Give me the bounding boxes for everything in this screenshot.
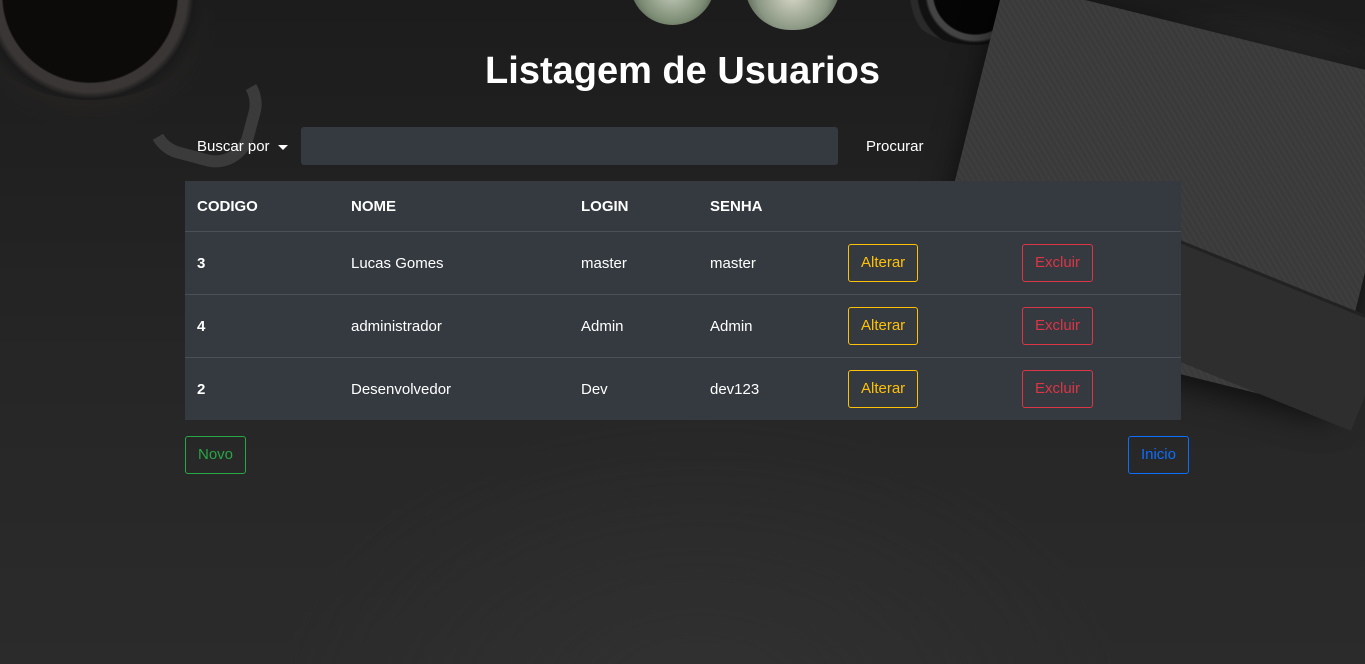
users-table: CODIGO NOME LOGIN SENHA 3 Lucas Gomes ma… <box>185 181 1181 420</box>
cell-alterar: Alterar <box>836 357 1010 420</box>
cell-alterar: Alterar <box>836 294 1010 358</box>
cell-excluir: Excluir <box>1010 294 1181 358</box>
table-row: 3 Lucas Gomes master master Alterar Excl… <box>185 232 1181 295</box>
header-senha: SENHA <box>698 181 836 232</box>
excluir-button[interactable]: Excluir <box>1022 244 1094 282</box>
alterar-button[interactable]: Alterar <box>848 244 919 282</box>
cell-codigo: 3 <box>197 254 206 272</box>
novo-button[interactable]: Novo <box>185 436 247 474</box>
cell-login: Dev <box>569 357 698 420</box>
page-title: Listagem de Usuarios <box>485 50 880 92</box>
table-row: 4 administrador Admin Admin Alterar Excl… <box>185 294 1181 358</box>
cell-codigo: 2 <box>185 357 339 420</box>
cell-codigo: 4 <box>185 294 339 358</box>
alterar-button[interactable]: Alterar <box>848 370 919 408</box>
cell-login: Admin <box>569 294 698 358</box>
camera-lens-decoration <box>900 0 1050 45</box>
caret-down-icon <box>277 144 288 150</box>
search-by-label: Buscar por <box>197 138 270 155</box>
cell-excluir: Excluir <box>1010 232 1181 295</box>
succulent-decoration <box>745 0 840 30</box>
search-button[interactable]: Procurar <box>854 127 936 165</box>
table-row: 2 Desenvolvedor Dev dev123 Alterar Exclu… <box>185 357 1181 420</box>
header-login: LOGIN <box>569 181 698 232</box>
search-input[interactable] <box>301 127 838 165</box>
cell-excluir: Excluir <box>1010 357 1181 420</box>
cell-nome: Lucas Gomes <box>351 254 444 272</box>
alterar-button[interactable]: Alterar <box>848 307 919 345</box>
cell-senha: Admin <box>698 294 836 358</box>
page-actions: Novo Inicio <box>185 436 1189 474</box>
cell-alterar: Alterar <box>836 232 1010 295</box>
cell-nome: administrador <box>339 294 569 358</box>
cell-senha: master <box>710 254 756 272</box>
table-header-row: CODIGO NOME LOGIN SENHA <box>185 181 1181 232</box>
cell-nome: Desenvolvedor <box>339 357 569 420</box>
excluir-button[interactable]: Excluir <box>1022 307 1094 345</box>
cell-login: master <box>581 254 627 272</box>
search-bar: Buscar por Procurar <box>185 127 1185 165</box>
succulent-decoration <box>630 0 715 25</box>
header-empty <box>1010 181 1181 232</box>
header-empty <box>836 181 1010 232</box>
header-nome: NOME <box>339 181 569 232</box>
header-codigo: CODIGO <box>185 181 339 232</box>
excluir-button[interactable]: Excluir <box>1022 370 1094 408</box>
cell-senha: dev123 <box>698 357 836 420</box>
inicio-button[interactable]: Inicio <box>1127 436 1189 474</box>
search-by-dropdown[interactable]: Buscar por <box>197 138 288 155</box>
